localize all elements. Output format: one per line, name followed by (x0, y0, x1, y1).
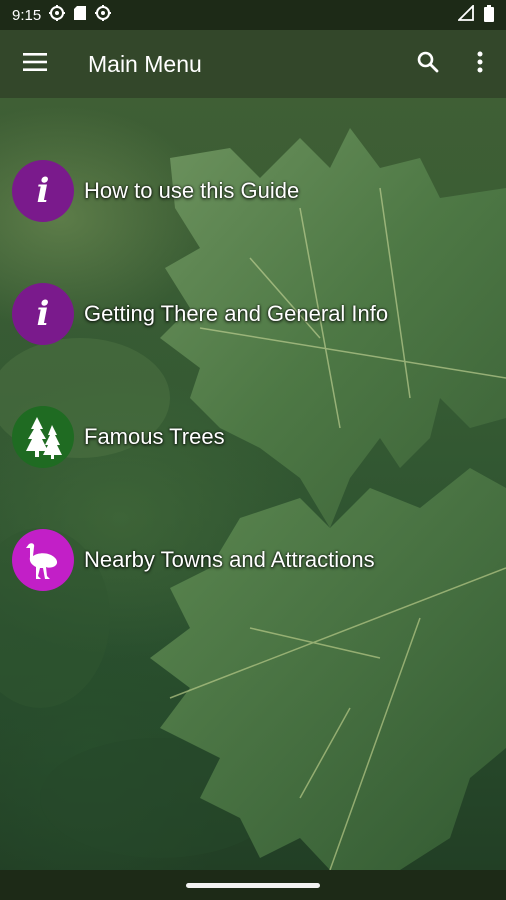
sd-card-icon (73, 5, 87, 25)
menu-item-label: How to use this Guide (84, 178, 300, 203)
main-menu-list: i How to use this Guide i Getting There … (0, 98, 506, 870)
gps-icon (49, 5, 66, 25)
info-icon: i (12, 160, 74, 222)
gps-icon (95, 5, 112, 25)
signal-icon (456, 3, 474, 25)
page-title: Main Menu (88, 50, 202, 77)
hamburger-menu-icon (23, 52, 47, 76)
menu-item-label: Nearby Towns and Attractions (84, 547, 375, 572)
overflow-menu-button[interactable] (454, 30, 506, 98)
navigation-drawer-button[interactable] (0, 30, 70, 98)
home-gesture-handle[interactable] (186, 882, 320, 888)
info-icon: i (12, 283, 74, 345)
main-content: i How to use this Guide i Getting There … (0, 98, 506, 870)
search-icon (416, 50, 440, 79)
search-button[interactable] (402, 30, 454, 98)
menu-item-how-to-use[interactable]: i How to use this Guide (12, 160, 299, 222)
emu-icon (12, 529, 74, 591)
trees-icon (12, 406, 74, 468)
menu-item-famous-trees[interactable]: Famous Trees (12, 406, 225, 468)
menu-item-getting-there[interactable]: i Getting There and General Info (12, 283, 388, 345)
battery-icon (484, 4, 494, 26)
system-navigation-bar (0, 870, 506, 900)
status-time: 9:15 (12, 6, 42, 24)
more-vert-icon (477, 51, 483, 78)
menu-item-label: Getting There and General Info (84, 301, 389, 326)
status-bar: 9:15 (0, 0, 506, 30)
menu-item-nearby-towns[interactable]: Nearby Towns and Attractions (12, 529, 375, 591)
app-bar: Main Menu (0, 30, 506, 98)
menu-item-label: Famous Trees (84, 424, 225, 449)
